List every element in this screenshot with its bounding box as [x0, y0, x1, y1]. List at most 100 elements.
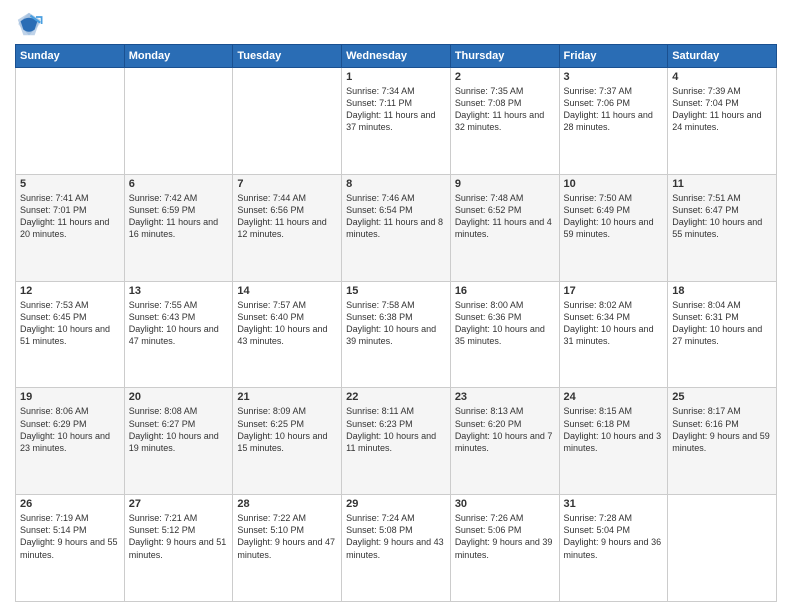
calendar-cell: 12 Sunrise: 7:53 AM Sunset: 6:45 PM Dayli…: [16, 281, 125, 388]
calendar-cell: 5 Sunrise: 7:41 AM Sunset: 7:01 PM Daylig…: [16, 174, 125, 281]
day-info: Sunrise: 7:42 AM Sunset: 6:59 PM Dayligh…: [129, 192, 229, 241]
day-number: 28: [237, 498, 337, 510]
day-number: 13: [129, 285, 229, 297]
day-info: Sunrise: 7:19 AM Sunset: 5:14 PM Dayligh…: [20, 512, 120, 561]
weekday-header-row: SundayMondayTuesdayWednesdayThursdayFrid…: [16, 45, 777, 68]
day-number: 8: [346, 178, 446, 190]
day-info: Sunrise: 8:00 AM Sunset: 6:36 PM Dayligh…: [455, 299, 555, 348]
day-info: Sunrise: 8:17 AM Sunset: 6:16 PM Dayligh…: [672, 405, 772, 454]
logo-icon: [15, 10, 43, 38]
day-number: 7: [237, 178, 337, 190]
day-number: 6: [129, 178, 229, 190]
weekday-header-thursday: Thursday: [450, 45, 559, 68]
day-number: 25: [672, 391, 772, 403]
day-number: 24: [564, 391, 664, 403]
day-number: 23: [455, 391, 555, 403]
calendar-cell: 15 Sunrise: 7:58 AM Sunset: 6:38 PM Dayli…: [342, 281, 451, 388]
day-number: 17: [564, 285, 664, 297]
day-info: Sunrise: 7:26 AM Sunset: 5:06 PM Dayligh…: [455, 512, 555, 561]
calendar-week-row: 1 Sunrise: 7:34 AM Sunset: 7:11 PM Daylig…: [16, 68, 777, 175]
calendar-cell: 22 Sunrise: 8:11 AM Sunset: 6:23 PM Dayli…: [342, 388, 451, 495]
day-number: 18: [672, 285, 772, 297]
calendar-week-row: 19Sunrise: 8:06 AM Sunset: 6:29 PM Dayli…: [16, 388, 777, 495]
calendar-cell: 26 Sunrise: 7:19 AM Sunset: 5:14 PM Dayli…: [16, 495, 125, 602]
calendar-cell: 1 Sunrise: 7:34 AM Sunset: 7:11 PM Daylig…: [342, 68, 451, 175]
calendar-cell: [16, 68, 125, 175]
day-info: Sunrise: 7:35 AM Sunset: 7:08 PM Dayligh…: [455, 85, 555, 134]
calendar-week-row: 12 Sunrise: 7:53 AM Sunset: 6:45 PM Dayli…: [16, 281, 777, 388]
calendar-cell: 20Sunrise: 8:08 AM Sunset: 6:27 PM Dayli…: [124, 388, 233, 495]
day-info: Sunrise: 7:48 AM Sunset: 6:52 PM Dayligh…: [455, 192, 555, 241]
calendar-cell: 14Sunrise: 7:57 AM Sunset: 6:40 PM Dayli…: [233, 281, 342, 388]
day-info: Sunrise: 7:55 AM Sunset: 6:43 PM Dayligh…: [129, 299, 229, 348]
calendar-cell: 19Sunrise: 8:06 AM Sunset: 6:29 PM Dayli…: [16, 388, 125, 495]
calendar-cell: 2 Sunrise: 7:35 AM Sunset: 7:08 PM Daylig…: [450, 68, 559, 175]
calendar-cell: 8 Sunrise: 7:46 AM Sunset: 6:54 PM Daylig…: [342, 174, 451, 281]
day-number: 9: [455, 178, 555, 190]
calendar-cell: 18 Sunrise: 8:04 AM Sunset: 6:31 PM Dayli…: [668, 281, 777, 388]
calendar-cell: 10Sunrise: 7:50 AM Sunset: 6:49 PM Dayli…: [559, 174, 668, 281]
day-info: Sunrise: 8:13 AM Sunset: 6:20 PM Dayligh…: [455, 405, 555, 454]
day-info: Sunrise: 7:34 AM Sunset: 7:11 PM Dayligh…: [346, 85, 446, 134]
day-number: 31: [564, 498, 664, 510]
day-info: Sunrise: 8:08 AM Sunset: 6:27 PM Dayligh…: [129, 405, 229, 454]
day-info: Sunrise: 7:44 AM Sunset: 6:56 PM Dayligh…: [237, 192, 337, 241]
calendar-cell: 9 Sunrise: 7:48 AM Sunset: 6:52 PM Daylig…: [450, 174, 559, 281]
day-info: Sunrise: 7:46 AM Sunset: 6:54 PM Dayligh…: [346, 192, 446, 241]
calendar-cell: 17 Sunrise: 8:02 AM Sunset: 6:34 PM Dayli…: [559, 281, 668, 388]
day-info: Sunrise: 8:15 AM Sunset: 6:18 PM Dayligh…: [564, 405, 664, 454]
day-number: 30: [455, 498, 555, 510]
day-number: 26: [20, 498, 120, 510]
day-info: Sunrise: 7:21 AM Sunset: 5:12 PM Dayligh…: [129, 512, 229, 561]
header: [15, 10, 777, 38]
day-info: Sunrise: 7:37 AM Sunset: 7:06 PM Dayligh…: [564, 85, 664, 134]
calendar-cell: [668, 495, 777, 602]
calendar-cell: 23 Sunrise: 8:13 AM Sunset: 6:20 PM Dayli…: [450, 388, 559, 495]
day-number: 2: [455, 71, 555, 83]
day-number: 22: [346, 391, 446, 403]
day-info: Sunrise: 8:09 AM Sunset: 6:25 PM Dayligh…: [237, 405, 337, 454]
calendar-week-row: 5 Sunrise: 7:41 AM Sunset: 7:01 PM Daylig…: [16, 174, 777, 281]
calendar-cell: 24 Sunrise: 8:15 AM Sunset: 6:18 PM Dayli…: [559, 388, 668, 495]
day-number: 4: [672, 71, 772, 83]
day-info: Sunrise: 7:51 AM Sunset: 6:47 PM Dayligh…: [672, 192, 772, 241]
logo: [15, 10, 47, 38]
day-number: 12: [20, 285, 120, 297]
day-number: 3: [564, 71, 664, 83]
day-info: Sunrise: 7:58 AM Sunset: 6:38 PM Dayligh…: [346, 299, 446, 348]
calendar-cell: 25 Sunrise: 8:17 AM Sunset: 6:16 PM Dayli…: [668, 388, 777, 495]
weekday-header-wednesday: Wednesday: [342, 45, 451, 68]
day-number: 14: [237, 285, 337, 297]
calendar-cell: [124, 68, 233, 175]
day-info: Sunrise: 7:53 AM Sunset: 6:45 PM Dayligh…: [20, 299, 120, 348]
day-info: Sunrise: 7:22 AM Sunset: 5:10 PM Dayligh…: [237, 512, 337, 561]
day-number: 21: [237, 391, 337, 403]
calendar-cell: 27 Sunrise: 7:21 AM Sunset: 5:12 PM Dayli…: [124, 495, 233, 602]
day-number: 5: [20, 178, 120, 190]
day-info: Sunrise: 8:04 AM Sunset: 6:31 PM Dayligh…: [672, 299, 772, 348]
day-number: 15: [346, 285, 446, 297]
page: SundayMondayTuesdayWednesdayThursdayFrid…: [0, 0, 792, 612]
day-info: Sunrise: 8:02 AM Sunset: 6:34 PM Dayligh…: [564, 299, 664, 348]
day-info: Sunrise: 7:28 AM Sunset: 5:04 PM Dayligh…: [564, 512, 664, 561]
day-info: Sunrise: 8:06 AM Sunset: 6:29 PM Dayligh…: [20, 405, 120, 454]
weekday-header-monday: Monday: [124, 45, 233, 68]
calendar-cell: 16Sunrise: 8:00 AM Sunset: 6:36 PM Dayli…: [450, 281, 559, 388]
day-number: 1: [346, 71, 446, 83]
day-info: Sunrise: 8:11 AM Sunset: 6:23 PM Dayligh…: [346, 405, 446, 454]
weekday-header-saturday: Saturday: [668, 45, 777, 68]
calendar-cell: 13 Sunrise: 7:55 AM Sunset: 6:43 PM Dayli…: [124, 281, 233, 388]
day-number: 27: [129, 498, 229, 510]
day-number: 10: [564, 178, 664, 190]
day-info: Sunrise: 7:39 AM Sunset: 7:04 PM Dayligh…: [672, 85, 772, 134]
calendar-cell: 4 Sunrise: 7:39 AM Sunset: 7:04 PM Daylig…: [668, 68, 777, 175]
calendar-table: SundayMondayTuesdayWednesdayThursdayFrid…: [15, 44, 777, 602]
weekday-header-friday: Friday: [559, 45, 668, 68]
day-info: Sunrise: 7:41 AM Sunset: 7:01 PM Dayligh…: [20, 192, 120, 241]
calendar-cell: 29Sunrise: 7:24 AM Sunset: 5:08 PM Dayli…: [342, 495, 451, 602]
day-number: 29: [346, 498, 446, 510]
calendar-cell: [233, 68, 342, 175]
day-number: 11: [672, 178, 772, 190]
calendar-week-row: 26 Sunrise: 7:19 AM Sunset: 5:14 PM Dayli…: [16, 495, 777, 602]
calendar-cell: 30 Sunrise: 7:26 AM Sunset: 5:06 PM Dayli…: [450, 495, 559, 602]
